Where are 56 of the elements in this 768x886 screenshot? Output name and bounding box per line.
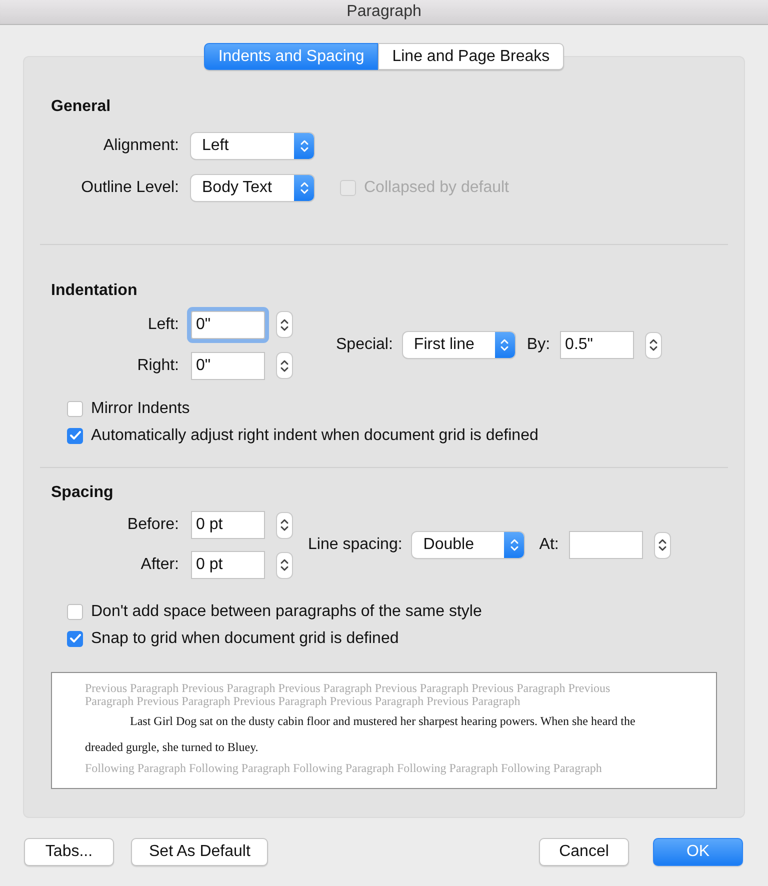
checkbox[interactable]: [67, 400, 83, 416]
stepper-button[interactable]: [276, 311, 293, 338]
field-label: By:: [526, 336, 550, 354]
preview-paragraph-text: Last Girl Dog sat on the dusty cabin floor and mustered her sharpest hearing powers. When she heard the dreaded gurgle, she turned to Bluey.: [85, 713, 636, 756]
field-label: Outline Level:: [80, 179, 179, 197]
field-label: At:: [539, 536, 559, 554]
checkbox-label: Mirror Indents: [91, 400, 190, 418]
window-title: Paragraph: [346, 3, 422, 21]
stepper-button[interactable]: [654, 532, 671, 558]
stepper-button[interactable]: [276, 352, 293, 379]
checkbox-label: Snap to grid when document grid is defined: [91, 630, 399, 648]
preview-previous-text: Previous Paragraph Previous Paragraph Previous Paragraph Previous Paragraph Previous Paragraph Previous Paragraph Previous Paragraph Previous Paragraph Previous Paragraph Previous Paragraph: [85, 682, 612, 708]
chevron-icon: [500, 338, 510, 352]
dialog-button[interactable]: Cancel: [539, 838, 629, 866]
input-field[interactable]: 0 pt: [191, 551, 265, 579]
field-label: Before:: [126, 516, 179, 534]
section-heading: Spacing: [51, 484, 114, 502]
chevron-icon: [280, 518, 289, 532]
input-field[interactable]: 0": [191, 310, 265, 338]
chevron-icon: [510, 538, 519, 552]
input-field[interactable]: [568, 531, 643, 559]
field-label: After:: [140, 556, 179, 574]
input-field[interactable]: 0 pt: [191, 511, 265, 539]
popup-menu[interactable]: First line: [402, 332, 515, 358]
field-label: Line spacing:: [308, 536, 402, 554]
checkbox-label: Automatically adjust right indent when document grid is defined: [91, 426, 538, 444]
chevron-icon: [280, 318, 289, 332]
field-label: Alignment:: [102, 137, 179, 155]
dialog-button[interactable]: Tabs...: [24, 838, 114, 866]
field-label: Right:: [136, 356, 179, 374]
checkbox[interactable]: [67, 428, 83, 444]
chevron-icon: [280, 358, 289, 372]
checkbox[interactable]: [67, 604, 83, 620]
preview-following-text: Following Paragraph Following Paragraph Following Paragraph Following Paragraph Following Paragraph: [85, 762, 603, 775]
chevron-icon: [658, 538, 667, 552]
popup-menu[interactable]: Left: [191, 133, 314, 159]
stepper-button[interactable]: [276, 512, 293, 538]
field-label: Left:: [146, 316, 179, 334]
popup-menu[interactable]: Body Text: [191, 175, 314, 201]
checkbox-label: Collapsed by default: [364, 179, 509, 197]
section-heading: Indentation: [51, 282, 138, 300]
checkbox[interactable]: [67, 630, 83, 646]
popup-menu[interactable]: Double: [412, 532, 524, 558]
section-heading: General: [51, 98, 112, 116]
chevron-icon: [300, 139, 308, 153]
input-field[interactable]: 0": [191, 352, 265, 380]
checkbox-label: Don't add space between paragraphs of the same style: [91, 602, 482, 620]
tab[interactable]: Line and Page Breaks: [378, 43, 564, 70]
field-label: Special:: [336, 336, 393, 354]
chevron-icon: [300, 181, 308, 195]
input-field[interactable]: 0.5": [560, 331, 634, 359]
stepper-button[interactable]: [276, 552, 293, 578]
chevron-icon: [280, 558, 289, 572]
dialog-button[interactable]: Set As Default: [131, 838, 268, 866]
chevron-icon: [649, 338, 658, 352]
stepper-button[interactable]: [645, 332, 662, 358]
